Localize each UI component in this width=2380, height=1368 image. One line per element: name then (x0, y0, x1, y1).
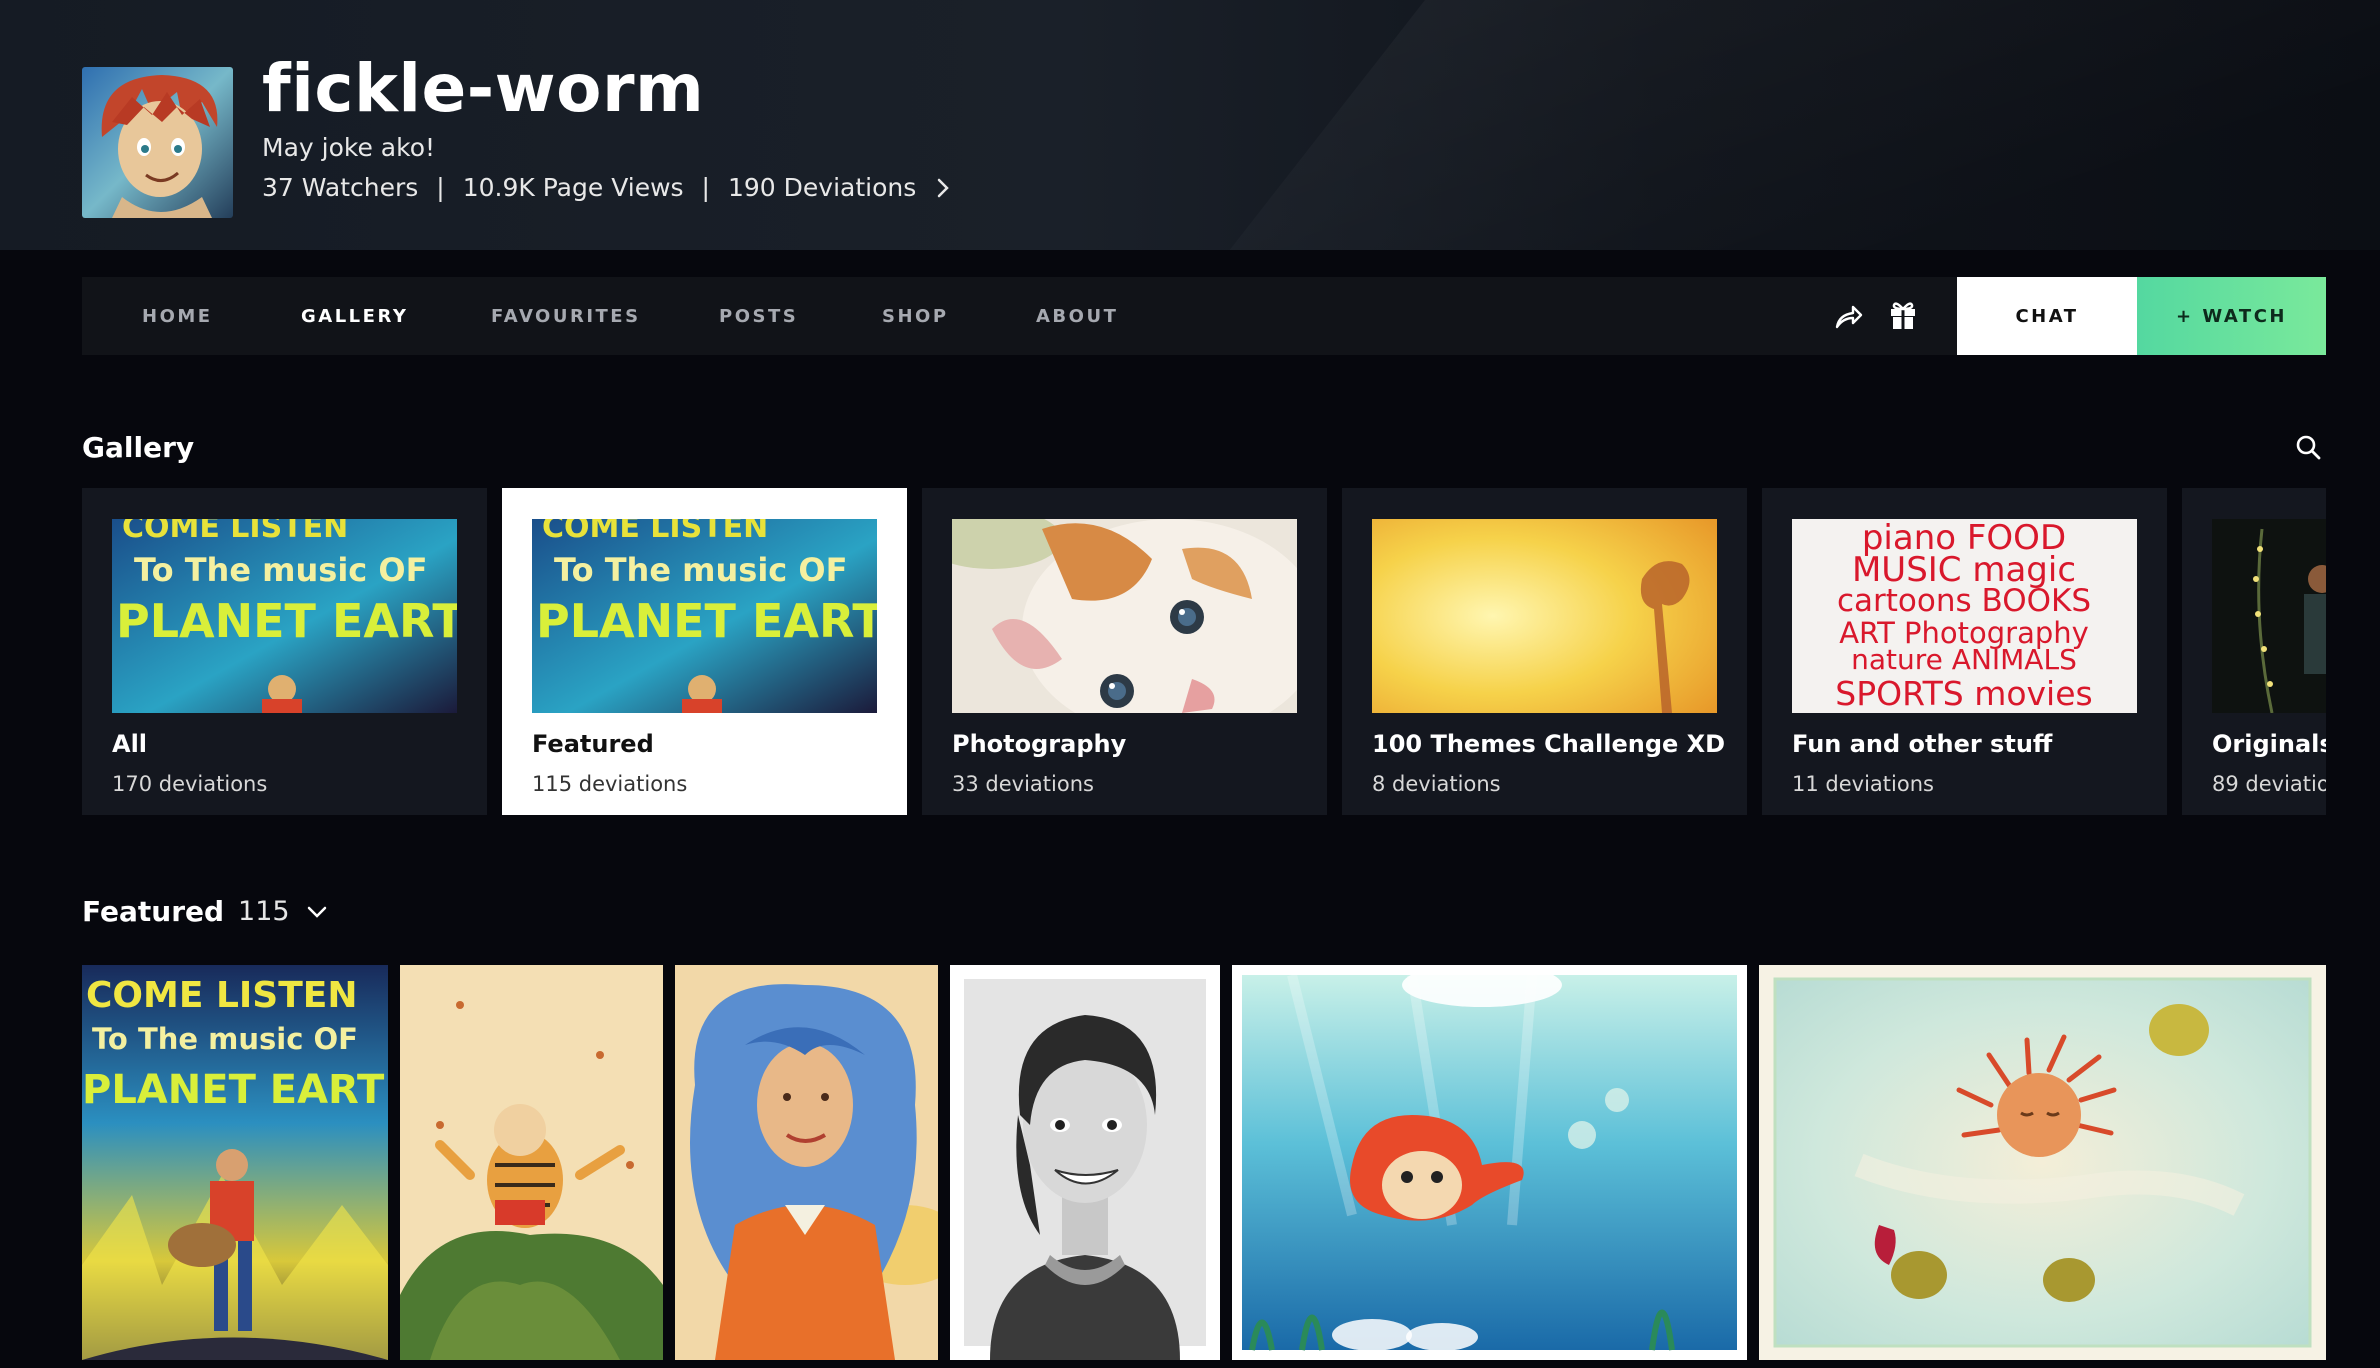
folder-count: 11 deviations (1792, 772, 1934, 796)
folder-card-all[interactable]: COME LISTEN To The music OF PLANET EARTH… (82, 488, 487, 815)
folder-thumbnail: piano FOOD MUSIC magic cartoons BOOKS AR… (1792, 519, 2137, 713)
folder-card-100-themes[interactable]: 100 Themes Challenge XD 8 deviations (1342, 488, 1747, 815)
tab-posts[interactable]: POSTS (719, 306, 798, 327)
folder-thumbnail (952, 519, 1297, 713)
deviation-thumbnail[interactable] (950, 965, 1220, 1360)
deviation-thumbnail[interactable] (1232, 965, 1747, 1360)
tab-home[interactable]: HOME (142, 306, 213, 327)
tab-favourites[interactable]: FAVOURITES (491, 306, 641, 327)
poster-line: To The music OF (134, 551, 427, 589)
tagline: May joke ako! (262, 133, 436, 162)
folder-thumbnail: COME LISTEN To The music OF PLANET EARTH (112, 519, 457, 713)
gallery-title: Gallery (82, 431, 195, 464)
folder-card-originals[interactable]: Originals 89 deviations (2182, 488, 2326, 815)
stats-separator: | (436, 173, 445, 202)
poster-line: PLANET EARTH (116, 594, 457, 648)
folder-count: 8 deviations (1372, 772, 1501, 796)
gift-icon[interactable] (1888, 299, 1918, 335)
poster-line: PLANET EARTH (536, 594, 877, 648)
profile-header: fickle-worm May joke ako! 37 Watchers | … (0, 0, 2380, 250)
stats-separator: | (701, 173, 710, 202)
watch-button[interactable]: + WATCH (2137, 277, 2326, 355)
folder-card-photography[interactable]: Photography 33 deviations (922, 488, 1327, 815)
watchers-count[interactable]: 37 Watchers (262, 173, 418, 202)
folder-count: 170 deviations (112, 772, 268, 796)
folder-thumbnail: COME LISTEN To The music OF PLANET EARTH (532, 519, 877, 713)
folder-name: Fun and other stuff (1792, 730, 2053, 758)
folder-thumbnail (2212, 519, 2326, 713)
poster-line: COME LISTEN (122, 519, 348, 545)
folder-name: All (112, 730, 148, 758)
tab-gallery[interactable]: GALLERY (301, 306, 408, 327)
featured-count: 115 (238, 896, 290, 927)
chat-button[interactable]: CHAT (1957, 277, 2137, 355)
tab-about[interactable]: ABOUT (1036, 306, 1118, 327)
page-views-count: 10.9K Page Views (462, 173, 684, 202)
collage-word: SPORTS movies (1835, 674, 2092, 713)
profile-stats: 37 Watchers | 10.9K Page Views | 190 Dev… (262, 173, 950, 202)
folder-card-fun[interactable]: piano FOOD MUSIC magic cartoons BOOKS AR… (1762, 488, 2167, 815)
deviation-thumbnail[interactable] (1759, 965, 2326, 1360)
featured-header[interactable]: Featured 115 (82, 895, 328, 928)
poster-line: COME LISTEN (542, 519, 768, 545)
poster-line: COME LISTEN (86, 975, 358, 1016)
deviation-thumbnail[interactable] (400, 965, 663, 1360)
folder-count: 115 deviations (532, 772, 688, 796)
featured-title: Featured (82, 895, 225, 928)
collage-word: cartoons BOOKS (1837, 583, 2091, 619)
avatar[interactable] (82, 67, 233, 218)
folder-name: Photography (952, 730, 1127, 758)
deviation-thumbnail[interactable]: COME LISTEN To The music OF PLANET EARTH (82, 965, 388, 1360)
poster-line: To The music OF (554, 551, 847, 589)
chevron-down-icon[interactable] (306, 905, 328, 919)
gallery-folders: COME LISTEN To The music OF PLANET EARTH… (82, 488, 2326, 815)
deviation-thumbnail[interactable] (675, 965, 938, 1360)
deviations-count[interactable]: 190 Deviations (728, 173, 916, 202)
folder-name: Originals (2212, 730, 2326, 758)
folder-name: Featured (532, 730, 654, 758)
folder-name: 100 Themes Challenge XD (1372, 730, 1726, 758)
chevron-right-icon[interactable] (936, 177, 950, 199)
share-icon[interactable] (1833, 301, 1863, 335)
folder-count: 89 deviations (2212, 772, 2326, 796)
folder-count: 33 deviations (952, 772, 1094, 796)
poster-line: PLANET EARTH (82, 1067, 388, 1113)
tab-shop[interactable]: SHOP (882, 306, 949, 327)
search-icon[interactable] (2294, 433, 2322, 465)
featured-grid: COME LISTEN To The music OF PLANET EARTH (82, 965, 2326, 1368)
username[interactable]: fickle-worm (262, 50, 704, 127)
collage-word: nature ANIMALS (1851, 643, 2077, 676)
profile-navbar: HOME GALLERY FAVOURITES POSTS SHOP ABOUT… (82, 277, 2326, 355)
poster-line: To The music OF (92, 1022, 358, 1056)
folder-thumbnail (1372, 519, 1717, 713)
folder-card-featured[interactable]: COME LISTEN To The music OF PLANET EARTH… (502, 488, 907, 815)
